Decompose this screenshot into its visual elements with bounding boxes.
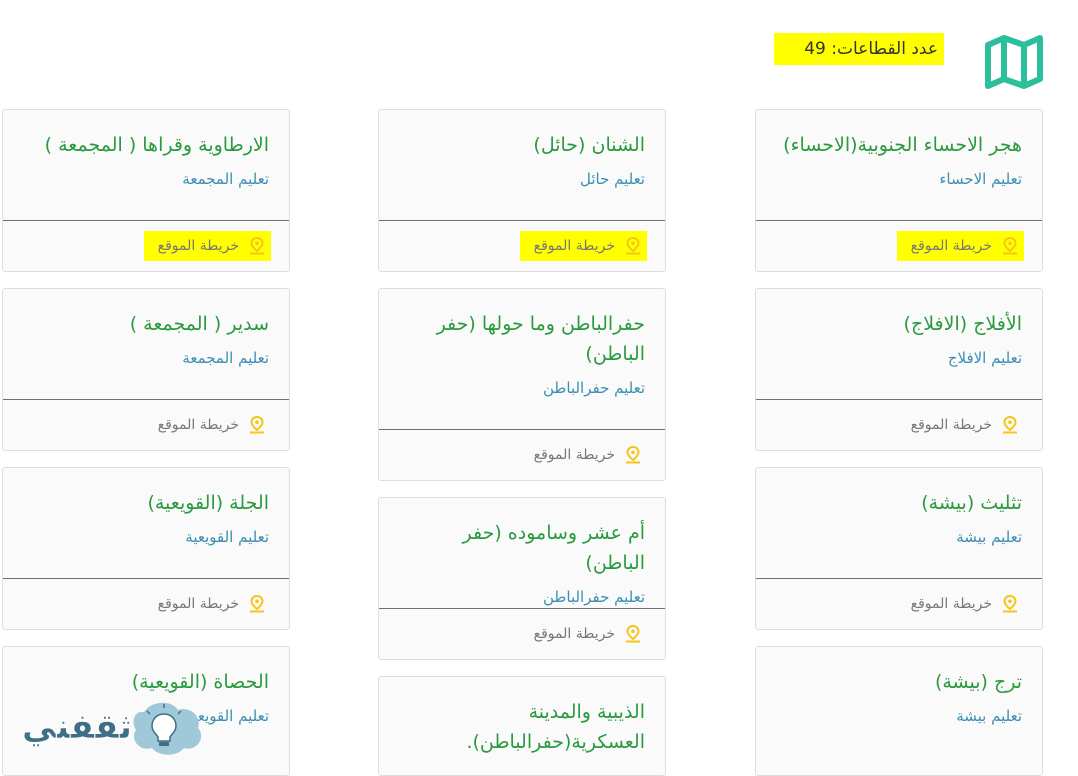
sector-title[interactable]: سدير ( المجمعة ) (23, 309, 269, 339)
sector-title[interactable]: حفرالباطن وما حولها (حفر الباطن) (399, 309, 645, 369)
map-pin-icon (626, 446, 640, 464)
map-pin-icon (250, 595, 264, 613)
map-link-label: خريطة الموقع (157, 596, 239, 612)
sector-title[interactable]: الشنان (حائل) (399, 130, 645, 160)
sector-title[interactable]: تثليث (بيشة) (776, 488, 1022, 518)
sector-title[interactable]: هجر الاحساء الجنوبية(الاحساء) (776, 130, 1022, 160)
sector-subtitle[interactable]: تعليم بيشة (776, 526, 1022, 548)
map-location-link[interactable]: خريطة الموقع (143, 231, 271, 261)
map-pin-icon (250, 416, 264, 434)
map-location-link[interactable]: خريطة الموقع (905, 412, 1024, 438)
sector-subtitle[interactable]: تعليم بيشة (776, 705, 1022, 727)
sector-card: الأفلاج (الافلاج) تعليم الافلاج خريطة ال… (755, 288, 1043, 451)
sector-card: الجلة (القويعية) تعليم القويعية خريطة ال… (2, 467, 290, 630)
sector-title[interactable]: الحصاة (القويعية) (23, 667, 269, 697)
map-link-label: خريطة الموقع (910, 596, 992, 612)
sector-subtitle[interactable]: تعليم الافلاج (776, 347, 1022, 369)
svg-text:ثقفني: ثقفني (22, 707, 132, 747)
map-location-link[interactable]: خريطة الموقع (896, 231, 1024, 261)
sector-subtitle[interactable]: تعليم الاحساء (776, 168, 1022, 190)
sector-title[interactable]: الذيبية والمدينة العسكرية(حفرالباطن). (399, 697, 645, 757)
folded-map-icon (985, 35, 1043, 89)
sector-card: تثليث (بيشة) تعليم بيشة خريطة الموقع (755, 467, 1043, 630)
map-link-label: خريطة الموقع (910, 417, 992, 433)
sector-subtitle[interactable]: تعليم المجمعة (23, 168, 269, 190)
sector-title[interactable]: أم عشر وساموده (حفر الباطن) (399, 518, 645, 578)
sector-title[interactable]: الارطاوية وقراها ( المجمعة ) (23, 130, 269, 160)
site-watermark-logo: ثقفني (22, 702, 202, 755)
map-location-link[interactable]: خريطة الموقع (152, 412, 271, 438)
map-location-link[interactable]: خريطة الموقع (528, 621, 647, 647)
map-link-label: خريطة الموقع (157, 417, 239, 433)
sector-card: هجر الاحساء الجنوبية(الاحساء) تعليم الاح… (755, 109, 1043, 272)
sector-card: ترج (بيشة) تعليم بيشة (755, 646, 1043, 776)
map-location-link[interactable]: خريطة الموقع (528, 442, 647, 468)
sector-card: أم عشر وساموده (حفر الباطن) تعليم حفرالب… (378, 497, 666, 660)
map-link-label: خريطة الموقع (910, 238, 992, 254)
map-pin-icon (1003, 237, 1017, 255)
sector-card: سدير ( المجمعة ) تعليم المجمعة خريطة الم… (2, 288, 290, 451)
sector-subtitle[interactable]: تعليم حفرالباطن (399, 377, 645, 399)
sector-title[interactable]: الأفلاج (الافلاج) (776, 309, 1022, 339)
map-link-label: خريطة الموقع (533, 238, 615, 254)
sectors-count: عدد القطاعات: 49 (774, 33, 944, 65)
map-link-label: خريطة الموقع (533, 626, 615, 642)
sector-title[interactable]: ترج (بيشة) (776, 667, 1022, 697)
sector-subtitle[interactable]: تعليم حفرالباطن (399, 586, 645, 608)
map-pin-icon (250, 237, 264, 255)
map-link-label: خريطة الموقع (533, 447, 615, 463)
map-pin-icon (1003, 595, 1017, 613)
sector-subtitle[interactable]: تعليم حائل (399, 168, 645, 190)
sector-title[interactable]: الجلة (القويعية) (23, 488, 269, 518)
map-link-label: خريطة الموقع (157, 238, 239, 254)
map-pin-icon (626, 237, 640, 255)
map-pin-icon (626, 625, 640, 643)
lightbulb-icon (133, 702, 202, 755)
sector-card: الشنان (حائل) تعليم حائل خريطة الموقع (378, 109, 666, 272)
map-location-link[interactable]: خريطة الموقع (152, 591, 271, 617)
sector-card: الذيبية والمدينة العسكرية(حفرالباطن). (378, 676, 666, 776)
sector-subtitle[interactable]: تعليم القويعية (23, 526, 269, 548)
map-location-link[interactable]: خريطة الموقع (905, 591, 1024, 617)
sector-card: حفرالباطن وما حولها (حفر الباطن) تعليم ح… (378, 288, 666, 481)
sector-subtitle[interactable]: تعليم المجمعة (23, 347, 269, 369)
sector-card: الارطاوية وقراها ( المجمعة ) تعليم المجم… (2, 109, 290, 272)
map-location-link[interactable]: خريطة الموقع (519, 231, 647, 261)
map-pin-icon (1003, 416, 1017, 434)
